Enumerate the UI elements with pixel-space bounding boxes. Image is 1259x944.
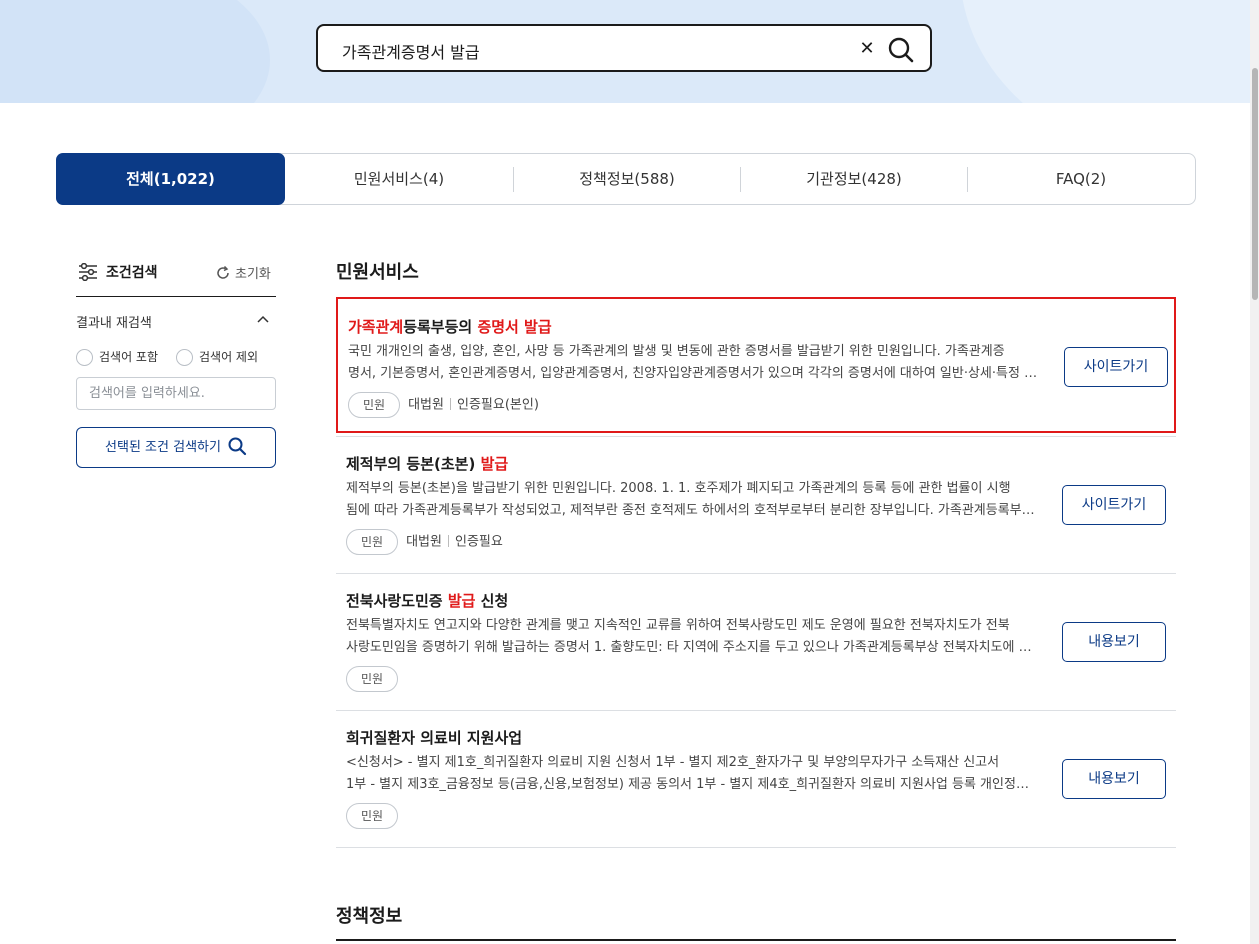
scrollbar-thumb[interactable] xyxy=(1252,68,1258,300)
radio-circle[interactable] xyxy=(176,349,193,366)
title-highlight: 발급 xyxy=(480,455,509,473)
tab-civil-services[interactable]: 민원서비스(4) xyxy=(285,154,513,204)
result-title[interactable]: 가족관계등록부등의 증명서 발급 xyxy=(348,316,552,337)
result-title[interactable]: 제적부의 등본(초본) 발급 xyxy=(346,453,508,474)
result-description: <신청서> - 별지 제1호_희귀질환자 의료비 지원 신청서 1부 - 별지 … xyxy=(346,752,1038,796)
chevron-up-icon[interactable] xyxy=(256,312,270,326)
title-text: 신청 xyxy=(475,592,509,610)
tab-faq[interactable]: FAQ(2) xyxy=(967,154,1195,204)
title-text: 제적부의 등본(초본) xyxy=(346,455,481,473)
section-divider xyxy=(336,939,1176,941)
auth-label: 인증필요 xyxy=(454,534,503,550)
sidebar-divider xyxy=(76,296,276,297)
exclude-keyword-radio[interactable]: 검색어 제외 xyxy=(176,348,258,366)
refresh-icon xyxy=(217,265,229,279)
result-description: 전북특별자치도 연고지와 다양한 관계를 맺고 지속적인 교류를 위하여 전북사… xyxy=(346,615,1038,659)
tab-policy-info[interactable]: 정책정보(588) xyxy=(513,154,741,204)
section-title-policy-info: 정책정보 xyxy=(336,906,403,927)
result-item: 가족관계등록부등의 증명서 발급 국민 개개인의 출생, 입양, 혼인, 사망 … xyxy=(336,297,1176,433)
description-line: 사랑도민임을 증명하기 위해 발급하는 증명서 1. 출향도민: 타 지역에 주… xyxy=(346,640,1038,655)
description-line: 1부 - 별지 제3호_금융정보 등(금융,신용,보험정보) 제공 동의서 1부… xyxy=(346,777,1038,792)
result-description: 국민 개개인의 출생, 입양, 혼인, 사망 등 가족관계의 발생 및 변동에 … xyxy=(348,341,1040,385)
result-description: 제적부의 등본(초본)을 발급받기 위한 민원입니다. 2008. 1. 1. … xyxy=(346,478,1038,522)
clear-search-icon[interactable]: ✕ xyxy=(856,38,878,60)
description-line: 됨에 따라 가족관계등록부가 작성되었고, 제적부란 종전 호적제도 하에서의 … xyxy=(346,503,1038,518)
result-meta: 민원 대법원 인증필요(본인) xyxy=(348,392,539,418)
section-title-civil-services: 민원서비스 xyxy=(336,262,419,283)
keyword-input[interactable] xyxy=(76,377,276,410)
search-input[interactable]: 가족관계증명서 발급 ✕ xyxy=(316,24,932,72)
result-divider xyxy=(336,847,1176,848)
result-meta: 민원 xyxy=(346,666,406,692)
agency-label: 대법원 xyxy=(406,534,442,550)
title-highlight: 발급 xyxy=(447,592,476,610)
view-details-button[interactable]: 내용보기 xyxy=(1062,622,1166,662)
description-line: 제적부의 등본(초본)을 발급받기 위한 민원입니다. 2008. 1. 1. … xyxy=(346,481,1011,496)
auth-label: 인증필요(본인) xyxy=(456,397,539,413)
search-icon xyxy=(228,437,247,456)
filter-sliders-icon xyxy=(79,263,97,281)
description-line: 전북특별자치도 연고지와 다양한 관계를 맺고 지속적인 교류를 위하여 전북사… xyxy=(346,618,1010,633)
type-badge: 민원 xyxy=(346,803,399,829)
reset-button[interactable]: 초기화 xyxy=(215,263,271,282)
title-text: 등록부등의 xyxy=(403,318,478,336)
result-item: 제적부의 등본(초본) 발급 제적부의 등본(초본)을 발급받기 위한 민원입니… xyxy=(336,437,1176,573)
result-item: 희귀질환자 의료비 지원사업 <신청서> - 별지 제1호_희귀질환자 의료비 … xyxy=(336,711,1176,847)
tab-all[interactable]: 전체(1,022) xyxy=(56,153,285,205)
search-header: 가족관계증명서 발급 ✕ xyxy=(0,0,1259,103)
result-item: 전북사랑도민증 발급 신청 전북특별자치도 연고지와 다양한 관계를 맺고 지속… xyxy=(336,574,1176,710)
search-query-text[interactable]: 가족관계증명서 발급 xyxy=(342,39,480,63)
apply-conditions-button[interactable]: 선택된 조건 검색하기 xyxy=(76,427,276,468)
site-link-button[interactable]: 사이트가기 xyxy=(1064,347,1168,387)
type-badge: 민원 xyxy=(346,529,399,555)
meta-divider xyxy=(447,534,449,547)
header-decoration xyxy=(0,0,270,103)
exclude-keyword-label: 검색어 제외 xyxy=(199,350,259,364)
include-keyword-label: 검색어 포함 xyxy=(99,350,159,364)
description-line: <신청서> - 별지 제1호_희귀질환자 의료비 지원 신청서 1부 - 별지 … xyxy=(346,755,1000,770)
site-link-button[interactable]: 사이트가기 xyxy=(1062,485,1166,525)
description-line: 명서, 기본증명서, 혼인관계증명서, 입양관계증명서, 친양자입양관계증명서가… xyxy=(348,366,1040,381)
result-meta: 민원 대법원 인증필요 xyxy=(346,529,503,555)
meta-divider xyxy=(449,397,451,410)
title-highlight: 증명서 발급 xyxy=(477,318,552,336)
agency-label: 대법원 xyxy=(408,397,444,413)
result-meta: 민원 xyxy=(346,803,406,829)
title-text: 전북사랑도민증 xyxy=(346,592,448,610)
type-badge: 민원 xyxy=(348,392,401,418)
tab-agency-info[interactable]: 기관정보(428) xyxy=(740,154,968,204)
reset-label: 초기화 xyxy=(235,267,271,282)
include-keyword-radio[interactable]: 검색어 포함 xyxy=(76,348,158,366)
refine-search-title: 결과내 재검색 xyxy=(76,316,152,331)
radio-circle[interactable] xyxy=(76,349,93,366)
result-title[interactable]: 전북사랑도민증 발급 신청 xyxy=(346,590,508,611)
search-icon[interactable] xyxy=(886,35,916,65)
title-highlight: 가족관계 xyxy=(348,318,404,336)
view-details-button[interactable]: 내용보기 xyxy=(1062,759,1166,799)
apply-conditions-label: 선택된 조건 검색하기 xyxy=(105,440,221,455)
category-tabs: 전체(1,022) 민원서비스(4) 정책정보(588) 기관정보(428) F… xyxy=(56,153,1196,205)
description-line: 국민 개개인의 출생, 입양, 혼인, 사망 등 가족관계의 발생 및 변동에 … xyxy=(348,344,1005,359)
result-title[interactable]: 희귀질환자 의료비 지원사업 xyxy=(346,727,522,748)
type-badge: 민원 xyxy=(346,666,399,692)
header-decoration xyxy=(960,0,1259,103)
filter-title: 조건검색 xyxy=(106,265,158,281)
